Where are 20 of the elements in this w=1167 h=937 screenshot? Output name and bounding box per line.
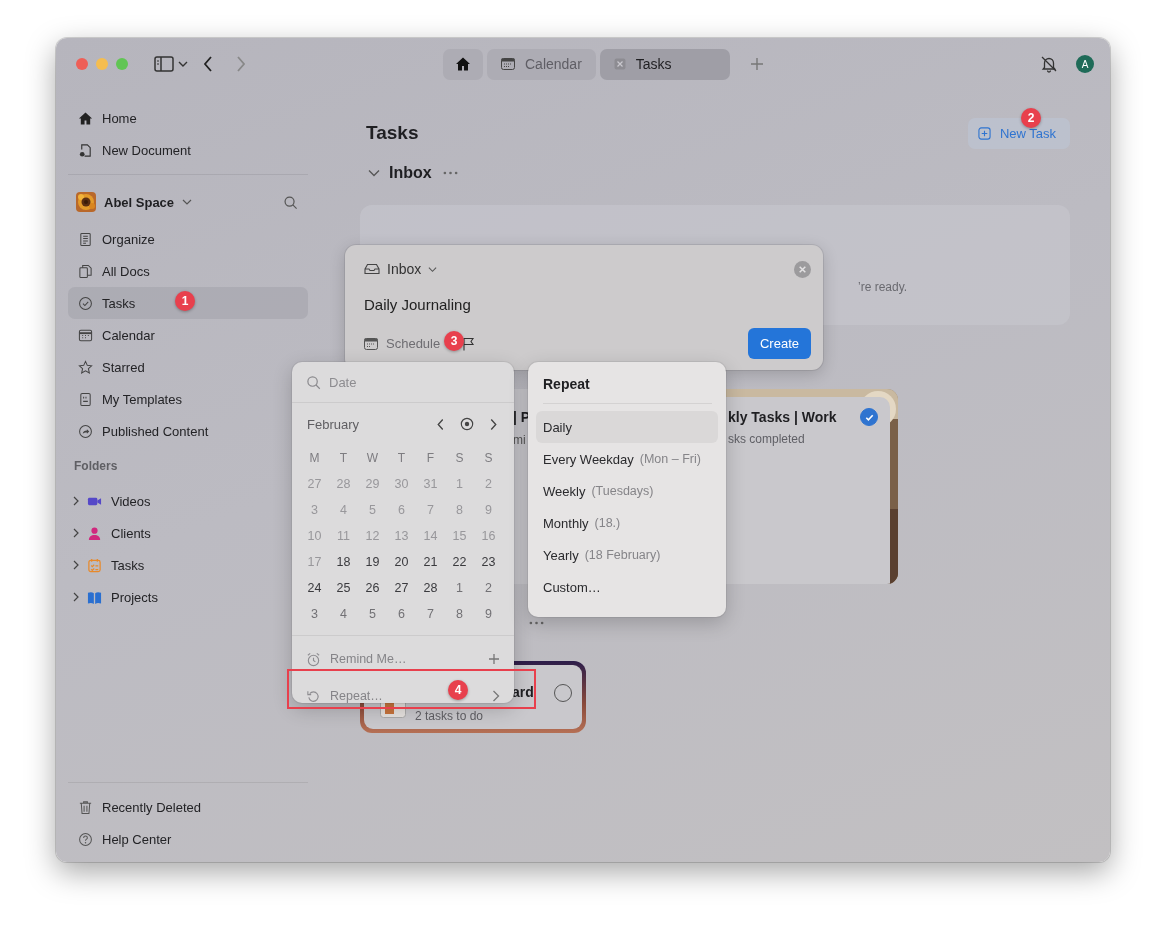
weekday-label: F (425, 450, 436, 467)
weekday-label: T (396, 450, 407, 467)
empty-state-text: ’re ready. (858, 280, 908, 294)
month-label: February (307, 416, 361, 432)
section-title: Inbox (389, 164, 432, 182)
card-subtitle: 2 tasks to do (415, 709, 485, 723)
weekday-label: T (338, 450, 349, 467)
weekday-label: W (365, 450, 380, 467)
weekday-label: S (454, 450, 465, 467)
card-title: ard (512, 684, 535, 700)
weekday-label: S (483, 450, 494, 467)
step-badge: 1 (175, 291, 195, 311)
menu-title: Repeat (542, 376, 591, 394)
weekday-label: M (308, 450, 321, 467)
card-subtitle: mi (513, 433, 527, 447)
step-badge: 2 (1021, 108, 1041, 128)
page-title: Tasks (366, 122, 419, 144)
section-heading: Folders (74, 459, 118, 473)
card-title: kly Tasks | Work (728, 409, 837, 425)
card-subtitle: sks completed (728, 432, 806, 446)
